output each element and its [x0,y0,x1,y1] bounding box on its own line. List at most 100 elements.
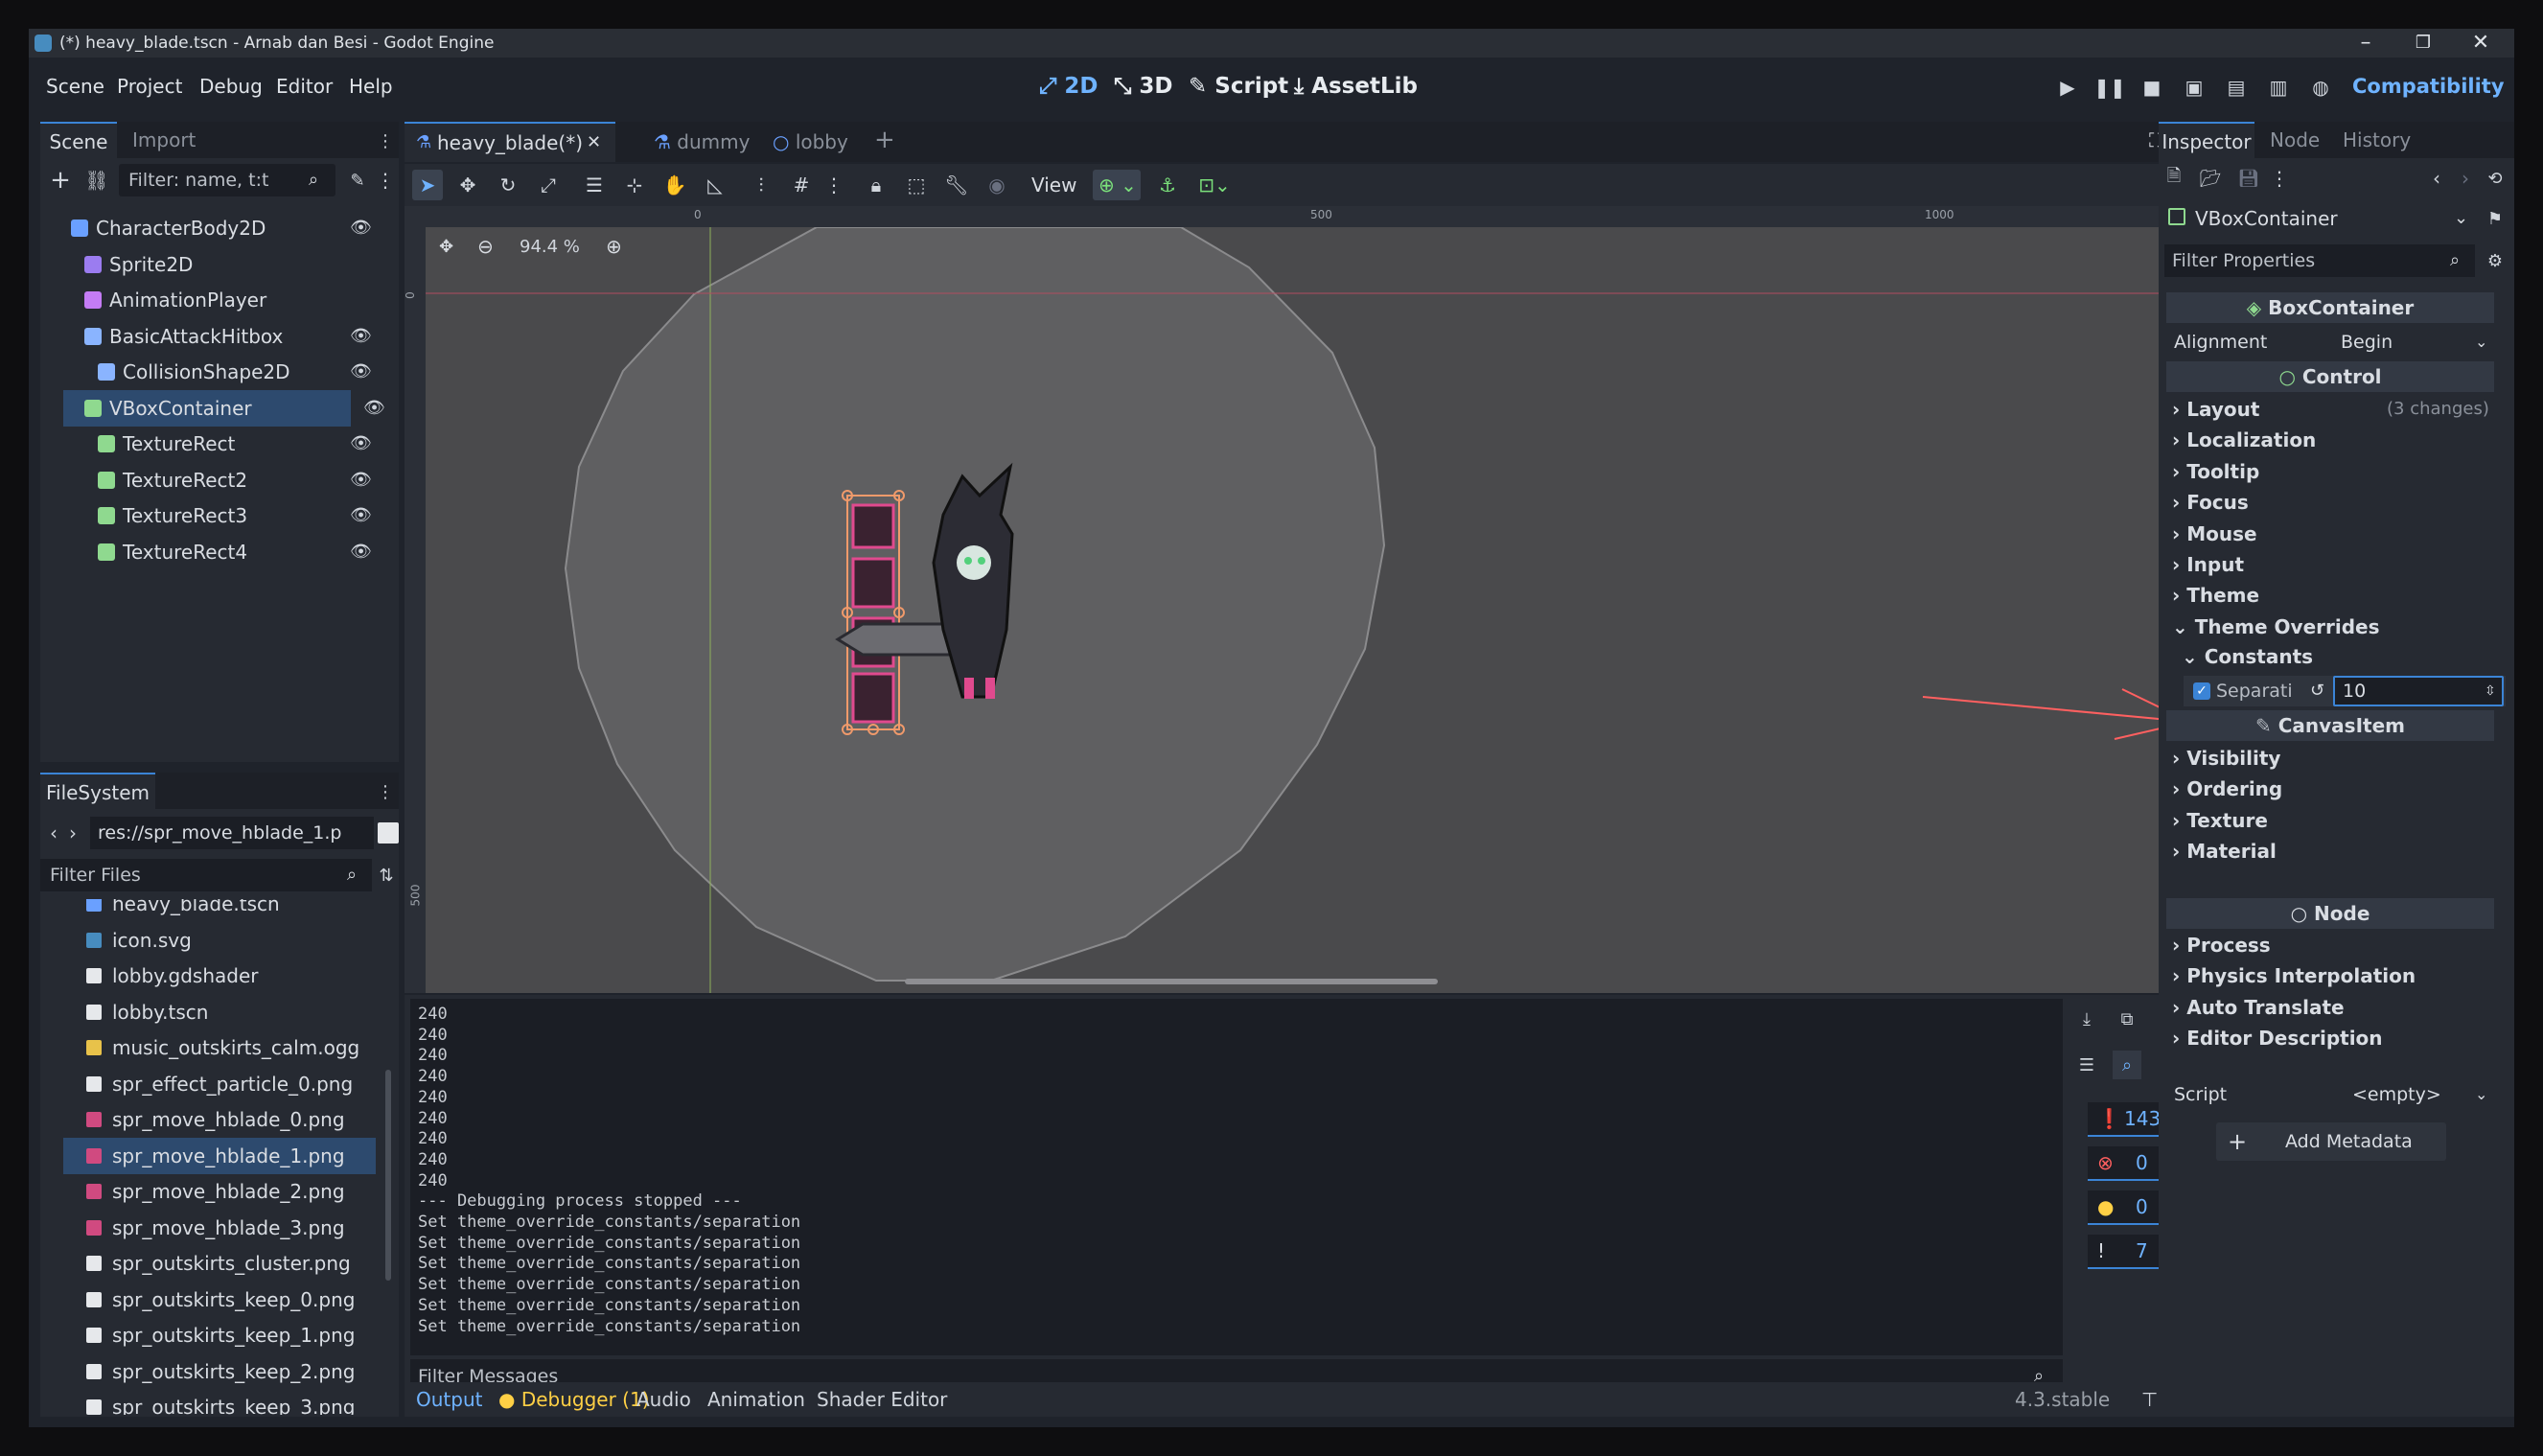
tree-node-texturerect2[interactable]: TextureRect2 👁︎ [40,462,385,498]
separation-checkbox[interactable]: ✓ [2193,682,2210,700]
override-camera-icon[interactable]: ◉ [982,170,1012,200]
save-resource-icon[interactable]: 💾︎ [2235,164,2262,193]
play-icon[interactable]: ▶ [2053,73,2082,102]
section-input[interactable]: › Input [2172,549,2500,580]
forward-icon[interactable]: › [65,819,81,847]
lock-icon[interactable]: 🔒︎ [861,170,891,200]
tab-animation[interactable]: Animation [707,1382,805,1417]
add-tab-button[interactable]: + [874,122,895,158]
center-view-icon[interactable]: ✥ [439,237,453,257]
new-resource-icon[interactable]: 🗎︎ [2161,164,2187,193]
rotate-tool-icon[interactable]: ↻ [493,170,523,200]
smart-snap-icon[interactable]: ⫶ [746,170,776,200]
viewport-hscrollbar[interactable] [905,979,1438,984]
tab-dummy[interactable]: ⚗ dummy [654,124,750,160]
section-boxcontainer[interactable]: ◈ BoxContainer [2166,292,2494,323]
tree-node-vboxcontainer[interactable]: VBoxContainer 👁︎ [63,389,385,427]
dock-menu-icon[interactable]: ⋮ [376,129,395,152]
anchor-mode-icon[interactable]: ⚓︎ [1152,170,1183,200]
section-tooltip[interactable]: › Tooltip [2172,456,2500,487]
tree-node-texturerect[interactable]: TextureRect 👁︎ [40,426,385,462]
group-icon[interactable]: ⬚ [901,170,932,200]
tab-lobby[interactable]: ○ lobby [773,124,848,160]
grid-snap-icon[interactable]: # [786,170,817,200]
add-node-icon[interactable]: + [46,166,75,195]
file-item[interactable]: spr_outskirts_cluster.png [40,1245,366,1282]
section-process[interactable]: › Process [2172,930,2500,960]
section-theme[interactable]: › Theme [2172,580,2500,611]
file-item[interactable]: spr_outskirts_keep_1.png [40,1317,366,1353]
close-window-button[interactable]: ✕ [2462,29,2500,58]
maximize-button[interactable]: ❐ [2404,29,2442,58]
mode-3d-button[interactable]: ⤡ 3D [1114,58,1173,115]
tab-heavy-blade[interactable]: heavy_blade(*) ⚗ ✕ [405,122,615,162]
section-visibility[interactable]: › Visibility [2172,743,2500,774]
section-material[interactable]: › Material [2172,836,2500,867]
tab-history[interactable]: History [2343,122,2411,158]
sort-icon[interactable]: ⇅ [376,861,397,890]
pivot-tool-icon[interactable]: ⊹ [619,170,650,200]
zoom-level[interactable]: 94.4 % [520,237,580,257]
tree-node-texturerect3[interactable]: TextureRect3 👁︎ [40,497,385,534]
move-tool-icon[interactable]: ✥ [452,170,483,200]
pan-tool-icon[interactable]: ✋ [659,170,690,200]
tab-audio[interactable]: Audio [636,1382,691,1417]
file-item[interactable]: lobby.tscn [40,994,366,1030]
file-item[interactable]: spr_outskirts_keep_2.png [40,1353,366,1390]
fs-scrollbar[interactable] [385,1070,391,1281]
anchor-preset-button[interactable]: ⊕ ⌄ [1093,170,1141,200]
stop-icon[interactable]: ■ [2138,73,2166,102]
menu-editor[interactable]: Editor [276,58,333,115]
tree-node-texturerect4[interactable]: TextureRect4 👁︎ [40,534,385,570]
section-mouse[interactable]: › Mouse [2172,519,2500,549]
history-back-icon[interactable]: ‹ [2427,164,2446,193]
section-localization[interactable]: › Localization [2172,425,2500,455]
clear-output-icon[interactable]: ⤓ [2072,1005,2101,1033]
scale-tool-icon[interactable]: ⤢ [533,170,564,200]
play-scene-icon[interactable]: ▤ [2222,73,2251,102]
file-item[interactable]: spr_move_hblade_2.png [40,1173,366,1210]
visibility-eye-icon[interactable]: 👁︎ [350,534,372,570]
play-custom-scene-icon[interactable]: ▥ [2264,73,2293,102]
properties-options-icon[interactable]: ⚙ [2483,244,2508,277]
split-view-icon[interactable] [378,822,399,844]
back-icon[interactable]: ‹ [46,819,61,847]
menu-debug[interactable]: Debug [199,58,263,115]
section-control[interactable]: ○ Control [2166,361,2494,392]
tab-scene[interactable]: Scene [40,122,117,160]
file-item[interactable]: spr_move_hblade_0.png [40,1101,366,1138]
zoom-out-icon[interactable]: ⊖ [477,235,494,258]
script-attach-icon[interactable]: ✎ [343,166,372,195]
canvas-viewport[interactable]: ✥ ⊖ 94.4 % ⊕ [426,227,2178,993]
ruler-tool-icon[interactable]: ◺ [700,170,730,200]
revert-icon[interactable]: ↺ [2310,676,2324,706]
menu-help[interactable]: Help [349,58,393,115]
container-sizing-icon[interactable]: ⊡⌄ [1191,170,1238,200]
tab-node[interactable]: Node [2270,122,2320,158]
visibility-eye-icon[interactable]: 👁︎ [350,462,372,498]
file-item[interactable]: spr_outskirts_keep_0.png [40,1282,366,1318]
tab-shader-editor[interactable]: Shader Editor [817,1382,947,1417]
link-icon[interactable]: ⛓ [82,166,111,195]
scene-menu-icon[interactable]: ⋮ [376,166,395,195]
mode-script-button[interactable]: ✎ Script [1189,58,1288,115]
tree-node-collisionshape2d[interactable]: CollisionShape2D 👁︎ [40,354,385,390]
constants-section[interactable]: ⌄ Constants [2182,641,2509,672]
pause-icon[interactable]: ❚❚ [2093,73,2126,102]
list-select-icon[interactable]: ☰ [579,170,610,200]
close-tab-icon[interactable]: ✕ [587,124,601,162]
section-theme-overrides[interactable]: ⌄ Theme Overrides [2172,612,2500,642]
skeleton-icon[interactable]: 🔧︎ [941,170,972,200]
visibility-eye-icon[interactable]: 👁︎ [350,354,372,390]
tab-inspector[interactable]: Inspector [2159,122,2254,160]
section-ordering[interactable]: › Ordering [2172,774,2500,804]
tab-import[interactable]: Import [132,122,196,158]
section-physics-interpolation[interactable]: › Physics Interpolation [2172,960,2500,991]
spin-arrows-icon[interactable]: ⇳ [2485,678,2496,705]
visibility-eye-icon[interactable]: 👁︎ [350,426,372,462]
select-tool-icon[interactable]: ➤ [412,170,443,200]
fs-menu-icon[interactable]: ⋮ [376,780,395,803]
node-selector[interactable]: VBoxContainer ⌄ [2164,202,2475,235]
add-metadata-button[interactable]: + Add Metadata [2216,1122,2446,1161]
mode-assetlib-button[interactable]: ⤓ AssetLib [1294,58,1418,115]
